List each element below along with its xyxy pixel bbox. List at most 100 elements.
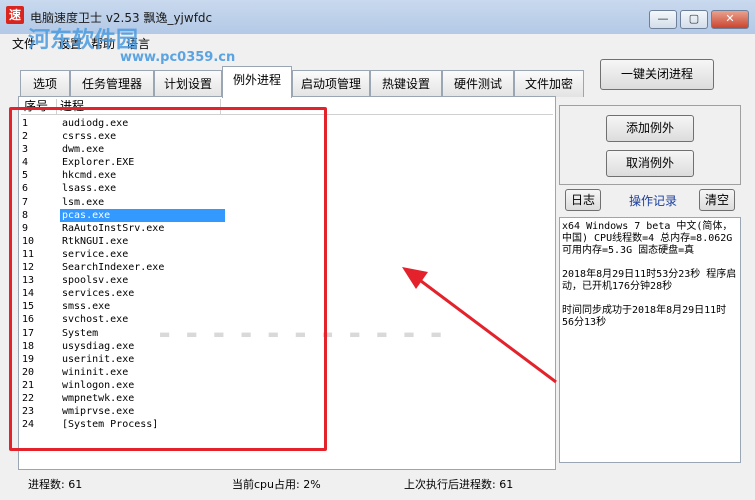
process-row[interactable]: 22 wmpnetwk.exe [21, 392, 541, 405]
process-name: winlogon.exe [62, 379, 135, 391]
process-row[interactable]: 13 spoolsv.exe [21, 274, 541, 287]
process-seq: 24 [22, 419, 35, 431]
watermark-url: www.pc0359.cn [120, 50, 236, 65]
minimize-button[interactable]: — [649, 10, 677, 29]
maximize-button[interactable]: ▢ [680, 10, 708, 29]
process-name: lsass.exe [62, 183, 117, 195]
process-row[interactable]: 3 dwm.exe [21, 143, 541, 156]
process-name: wmiprvse.exe [62, 406, 135, 418]
process-row[interactable]: 24 [System Process] [21, 418, 541, 431]
process-name: smss.exe [62, 301, 111, 313]
add-exception-button[interactable]: 添加例外 [606, 115, 694, 142]
process-seq: 2 [22, 131, 29, 143]
close-button[interactable]: ✕ [711, 10, 749, 29]
process-name: service.exe [62, 248, 129, 260]
process-name: lsm.exe [62, 196, 105, 208]
process-seq: 11 [22, 248, 35, 260]
process-row[interactable]: 1 audiodg.exe [21, 117, 541, 130]
process-row[interactable]: 18 usysdiag.exe [21, 340, 541, 353]
process-row[interactable]: 5 hkcmd.exe [21, 169, 541, 182]
process-row[interactable]: 20 wininit.exe [21, 366, 541, 379]
process-row[interactable]: 10 RtkNGUI.exe [21, 235, 541, 248]
process-seq: 16 [22, 314, 35, 326]
process-name: RaAutoInstSrv.exe [62, 222, 165, 234]
process-row[interactable]: 16 svchost.exe [21, 313, 541, 326]
tab-exception-processes[interactable]: 例外进程 [222, 66, 292, 98]
process-seq: 20 [22, 366, 35, 378]
process-name: userinit.exe [62, 353, 135, 365]
process-row[interactable]: 15 smss.exe [21, 300, 541, 313]
process-name: wininit.exe [62, 366, 129, 378]
process-seq: 19 [22, 353, 35, 365]
process-name: usysdiag.exe [62, 340, 135, 352]
tab-hotkeys[interactable]: 热键设置 [370, 70, 442, 97]
log-line: x64 Windows 7 beta 中文(简体，中国) CPU线程数=4 总内… [562, 221, 733, 256]
process-name: wmpnetwk.exe [62, 392, 135, 404]
process-name: System [62, 327, 99, 339]
process-seq: 6 [22, 183, 29, 195]
process-seq: 13 [22, 275, 35, 287]
process-seq: 23 [22, 406, 35, 418]
exception-actions-group: 添加例外 取消例外 [559, 105, 741, 185]
process-row[interactable]: 23 wmiprvse.exe [21, 405, 541, 418]
process-name: pcas.exe [60, 208, 225, 222]
process-name: svchost.exe [62, 314, 129, 326]
process-seq: 3 [22, 144, 29, 156]
process-name: RtkNGUI.exe [62, 235, 129, 247]
process-seq: 1 [22, 118, 29, 129]
list-header: 序号 进程 [21, 99, 553, 115]
process-row[interactable]: 7 lsm.exe [21, 196, 541, 209]
log-button[interactable]: 日志 [565, 189, 601, 211]
tab-hardware-test[interactable]: 硬件测试 [442, 70, 514, 97]
process-row[interactable]: 14 services.exe [21, 287, 541, 300]
cancel-exception-button[interactable]: 取消例外 [606, 150, 694, 177]
tab-task-manager[interactable]: 任务管理器 [70, 70, 154, 97]
process-row[interactable]: 2 csrss.exe [21, 130, 541, 143]
process-row[interactable]: 21 winlogon.exe [21, 379, 541, 392]
process-name: SearchIndexer.exe [62, 262, 165, 274]
log-line: 时间同步成功于2018年8月29日11时56分13秒 [562, 305, 727, 328]
process-seq: 4 [22, 157, 29, 169]
tab-options[interactable]: 选项 [20, 70, 70, 97]
ghost-toolbar-artifact: ▬ ▬ ▬ ▬ ▬ ▬ ▬ ▬ ▬ ▬ ▬ [159, 327, 448, 341]
process-name: dwm.exe [62, 144, 105, 156]
log-line: 2018年8月29日11时53分23秒 程序启动，已开机176分钟28秒 [562, 269, 737, 292]
process-name: audiodg.exe [62, 118, 129, 129]
tab-schedule[interactable]: 计划设置 [154, 70, 222, 97]
process-seq: 21 [22, 379, 35, 391]
process-seq: 12 [22, 262, 35, 274]
process-row[interactable]: 12 SearchIndexer.exe [21, 261, 541, 274]
header-process[interactable]: 进程 [57, 99, 221, 114]
process-name: [System Process] [62, 419, 159, 431]
process-row[interactable]: 6 lsass.exe [21, 182, 541, 195]
process-seq: 14 [22, 288, 35, 300]
process-list: 1 audiodg.exe 2 csrss.exe 3 dwm.exe 4 Explorer.… [21, 117, 541, 431]
status-process-count: 进程数: 61 [28, 478, 83, 491]
process-name: services.exe [62, 288, 135, 300]
process-row[interactable]: 8 pcas.exe [21, 208, 541, 222]
process-seq: 8 [22, 209, 29, 221]
process-row[interactable]: 4 Explorer.EXE [21, 156, 541, 169]
process-seq: 18 [22, 340, 35, 352]
process-seq: 15 [22, 301, 35, 313]
operation-log-label: 操作记录 [629, 194, 678, 208]
process-row[interactable]: 9 RaAutoInstSrv.exe [21, 222, 541, 235]
tab-file-encryption[interactable]: 文件加密 [514, 70, 584, 97]
header-seq[interactable]: 序号 [21, 99, 57, 114]
process-name: csrss.exe [62, 131, 117, 143]
operation-log-box[interactable]: x64 Windows 7 beta 中文(简体，中国) CPU线程数=4 总内… [559, 217, 741, 463]
process-seq: 10 [22, 235, 35, 247]
clear-log-button[interactable]: 清空 [699, 189, 735, 211]
status-cpu-usage: 当前cpu占用: 2% [232, 478, 321, 491]
process-seq: 5 [22, 170, 29, 182]
process-row[interactable]: 11 service.exe [21, 248, 541, 261]
exception-panel: 序号 进程 1 audiodg.exe 2 csrss.exe 3 dwm.exe 4 Exp… [18, 96, 556, 470]
process-seq: 9 [22, 222, 29, 234]
process-name: Explorer.EXE [62, 157, 135, 169]
tab-startup-manager[interactable]: 启动项管理 [292, 70, 370, 97]
process-name: hkcmd.exe [62, 170, 117, 182]
kill-all-processes-button[interactable]: 一键关闭进程 [600, 59, 714, 90]
status-after-exec-count: 上次执行后进程数: 61 [404, 478, 514, 491]
side-panel: 添加例外 取消例外 日志 操作记录 清空 x64 Windows 7 beta … [559, 105, 741, 465]
process-row[interactable]: 19 userinit.exe [21, 353, 541, 366]
